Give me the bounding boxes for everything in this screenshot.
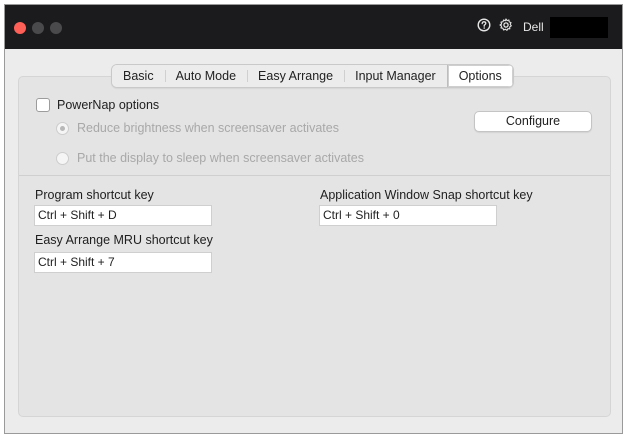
radio-sleep-display[interactable]: Put the display to sleep when screensave…	[56, 151, 364, 165]
powernap-checkbox[interactable]	[36, 98, 50, 112]
radio-reduce-brightness[interactable]: Reduce brightness when screensaver activ…	[56, 121, 339, 135]
mru-shortcut-label: Easy Arrange MRU shortcut key	[35, 233, 213, 247]
powernap-checkbox-row[interactable]: PowerNap options	[36, 98, 159, 112]
tab-auto-mode[interactable]: Auto Mode	[164, 65, 248, 87]
help-icon[interactable]	[477, 18, 491, 32]
radio-sleep-display-label: Put the display to sleep when screensave…	[77, 151, 364, 165]
close-window-button[interactable]	[14, 22, 26, 34]
radio-button[interactable]	[56, 151, 69, 165]
tab-input-manager[interactable]: Input Manager	[344, 65, 447, 87]
mru-shortcut-field[interactable]: Ctrl + Shift + 7	[34, 252, 212, 273]
brand-label: Dell	[523, 20, 544, 34]
powernap-label: PowerNap options	[57, 98, 160, 112]
snap-shortcut-field[interactable]: Ctrl + Shift + 0	[319, 205, 497, 226]
tab-basic[interactable]: Basic	[112, 65, 165, 87]
tab-bar: Basic Auto Mode Easy Arrange Input Manag…	[111, 64, 514, 88]
configure-button[interactable]: Configure	[474, 111, 592, 132]
gear-icon[interactable]	[499, 18, 513, 32]
program-shortcut-label: Program shortcut key	[35, 188, 154, 202]
snap-shortcut-label: Application Window Snap shortcut key	[320, 188, 533, 202]
program-shortcut-field[interactable]: Ctrl + Shift + D	[34, 205, 212, 226]
radio-reduce-brightness-label: Reduce brightness when screensaver activ…	[77, 121, 339, 135]
minimize-window-button[interactable]	[32, 22, 44, 34]
section-divider	[19, 175, 610, 176]
title-bar: Dell	[5, 5, 622, 49]
maximize-window-button[interactable]	[50, 22, 62, 34]
tab-easy-arrange[interactable]: Easy Arrange	[247, 65, 345, 87]
tab-options[interactable]: Options	[446, 65, 513, 87]
redacted-account	[550, 17, 608, 38]
radio-button-selected[interactable]	[56, 121, 69, 135]
